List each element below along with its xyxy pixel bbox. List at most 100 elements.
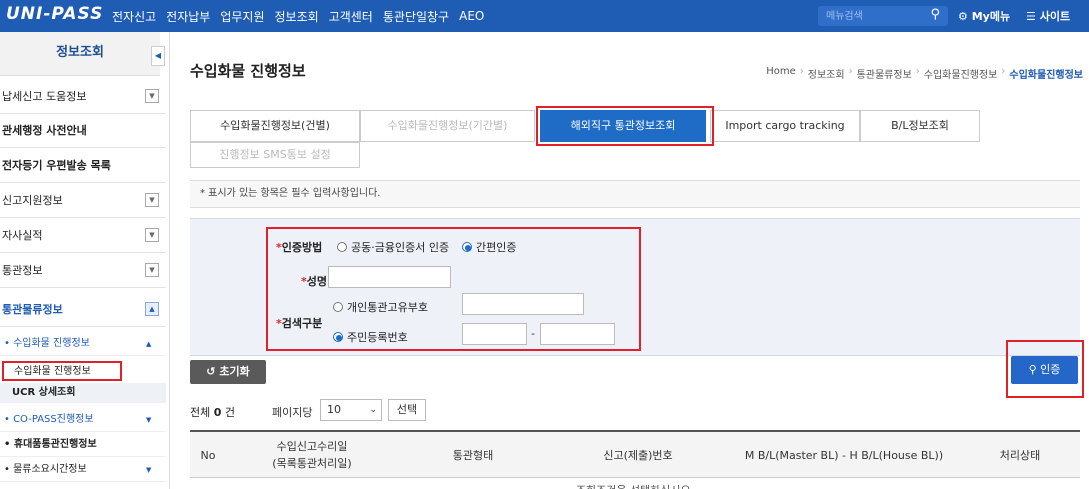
chevron-up-icon: ▲	[146, 340, 152, 348]
breadcrumb-item[interactable]: 정보조회	[808, 66, 845, 81]
auth-option-certificate[interactable]: 공동·금융인증서 인증	[337, 239, 449, 255]
radio-checked-icon[interactable]	[462, 242, 472, 252]
sidebar-sub-cargo[interactable]: • 수입화물 진행정보 ▲	[0, 332, 166, 356]
auth-option-simple[interactable]: 간편인증	[462, 239, 516, 255]
chevron-right-icon: ›	[915, 66, 920, 77]
breadcrumb-item[interactable]: 통관물류정보	[857, 66, 912, 81]
sidebar-item-clearance-info[interactable]: 통관정보 ▼	[0, 254, 166, 288]
perpage-select[interactable]: 10 ⌄	[320, 399, 382, 421]
total-suffix: 건	[224, 406, 236, 419]
search-option-resident-number[interactable]: 주민등록번호	[333, 329, 408, 345]
tab-import-cargo-tracking[interactable]: Import cargo tracking	[710, 110, 860, 142]
radio-icon[interactable]	[333, 302, 343, 312]
sidebar-item-label: 납세신고 도움정보	[2, 90, 87, 103]
perpage-value: 10	[327, 403, 341, 416]
tab-bl-info[interactable]: B/L정보조회	[860, 110, 980, 142]
search-icon[interactable]: ⚲	[930, 7, 940, 22]
nav-item[interactable]: 업무지원	[220, 8, 264, 25]
dash-separator: -	[531, 327, 535, 340]
sidebar-item-customs-notice[interactable]: 관세행정 사전안내	[0, 114, 166, 148]
column-header: No	[200, 448, 216, 462]
sidebar-leaf-ucr[interactable]: UCR 상세조회	[0, 383, 166, 403]
nav-item[interactable]: 통관단일창구	[383, 8, 449, 25]
column-header: 수입신고수리일 (목록통관처리일)	[272, 440, 352, 470]
sidebar-item-declaration-support[interactable]: 신고지원정보 ▼	[0, 184, 166, 218]
sidebar: 정보조회 ◀ 납세신고 도움정보 ▼ 관세행정 사전안내 전자등기 우편발송 목…	[0, 32, 170, 489]
logo[interactable]: UNI-PASS	[6, 4, 103, 24]
refresh-icon: ↺	[206, 365, 216, 378]
sidebar-item-logistics-info[interactable]: 통관물류정보 ▲	[0, 293, 166, 327]
tab-cargo-by-period[interactable]: 수입화물진행정보(기간별)	[360, 110, 535, 142]
sidebar-sub-label: CO-PASS진행정보	[13, 414, 94, 425]
tab-cargo-by-item[interactable]: 수입화물진행정보(건별)	[190, 110, 360, 142]
menu-search-input[interactable]	[826, 8, 916, 24]
highlight-frame	[536, 106, 714, 146]
total-count: 전체 0 건	[190, 404, 235, 420]
select-button[interactable]: 선택	[388, 399, 426, 421]
breadcrumb: Home › 정보조회 › 통관물류정보 › 수입화물진행정보 › 수입화물진행…	[766, 66, 1083, 81]
sidebar-sub-handcarry[interactable]: • 휴대품통관진행정보	[0, 433, 166, 457]
column-header: 신고(제출)번호	[603, 448, 673, 462]
name-input[interactable]	[328, 266, 451, 288]
column-header: 처리상태	[999, 448, 1041, 462]
auth-label: 인증	[1040, 363, 1061, 376]
radio-checked-icon[interactable]	[333, 332, 343, 342]
sidebar-sub-label: 수입화물 진행정보	[13, 338, 90, 349]
chevron-right-icon: ›	[1001, 66, 1006, 77]
nav-item[interactable]: 정보조회	[275, 8, 319, 25]
sidebar-leaf-cargo[interactable]: 수입화물 진행정보	[2, 361, 122, 381]
chevron-up-icon[interactable]: ▲	[145, 302, 159, 316]
chevron-down-icon: ▼	[146, 466, 152, 474]
sidebar-sub-copass[interactable]: • CO-PASS진행정보 ▼	[0, 408, 166, 432]
site-menu-label: 사이트	[1039, 10, 1071, 23]
auth-method-label: *인증방법	[276, 239, 322, 255]
chevron-down-icon: ⌄	[369, 405, 377, 415]
search-option-customs-code[interactable]: 개인통관고유부호	[333, 299, 428, 315]
nav-item[interactable]: 전자신고	[112, 8, 156, 25]
search-type-label: *검색구분	[276, 315, 322, 331]
chevron-down-icon[interactable]: ▼	[145, 263, 159, 277]
results-table: No 수입신고수리일 (목록통관처리일) 통관형태 신고(제출)번호 M B/L…	[190, 430, 1080, 489]
breadcrumb-item[interactable]: 수입화물진행정보	[924, 66, 998, 81]
top-bar: UNI-PASS 전자신고 전자납부 업무지원 정보조회 고객센터 통관단일창구…	[0, 0, 1089, 32]
resident-number-back-input[interactable]	[540, 323, 615, 345]
auth-method-label-text: 인증방법	[281, 241, 323, 254]
radio-label: 공동·금융인증서 인증	[351, 241, 450, 254]
radio-label: 주민등록번호	[347, 331, 408, 344]
customs-code-input[interactable]	[462, 293, 584, 315]
search-type-label-text: 검색구분	[281, 317, 323, 330]
reset-button[interactable]: ↺ 초기화	[190, 360, 266, 384]
sidebar-item-tax-help[interactable]: 납세신고 도움정보 ▼	[0, 80, 166, 114]
main-content: 수입화물 진행정보 Home › 정보조회 › 통관물류정보 › 수입화물진행정…	[170, 32, 1089, 489]
table-header: No 수입신고수리일 (목록통관처리일) 통관형태 신고(제출)번호 M B/L…	[190, 432, 1080, 478]
auth-button[interactable]: ⚲ 인증	[1011, 356, 1078, 384]
site-menu-button[interactable]: ☰ 사이트	[1026, 8, 1070, 24]
sidebar-item-label: 신고지원정보	[2, 194, 63, 207]
hamburger-icon: ☰	[1026, 10, 1036, 23]
sidebar-item-registered-mail[interactable]: 전자등기 우편발송 목록	[0, 149, 166, 183]
nav-item[interactable]: 전자납부	[166, 8, 210, 25]
sidebar-collapse-button[interactable]: ◀	[151, 46, 165, 66]
sidebar-sub-label: 휴대품통관진행정보	[13, 439, 97, 450]
sidebar-item-label: 자사실적	[2, 229, 43, 242]
resident-number-front-input[interactable]	[462, 323, 527, 345]
sidebar-sub-logistics-time[interactable]: • 물류소요시간정보 ▼	[0, 458, 166, 482]
chevron-down-icon[interactable]: ▼	[145, 89, 159, 103]
chevron-down-icon[interactable]: ▼	[145, 193, 159, 207]
empty-message: 조회조건을 선택하십시오.	[190, 480, 1080, 489]
column-header: M B/L(Master BL) - H B/L(House BL))	[744, 448, 944, 462]
mymenu-button[interactable]: ⚙ My메뉴	[958, 8, 1010, 24]
nav-item[interactable]: AEO	[459, 9, 484, 23]
chevron-down-icon[interactable]: ▼	[145, 228, 159, 242]
sidebar-item-company-record[interactable]: 자사실적 ▼	[0, 219, 166, 253]
chevron-down-icon: ▼	[146, 416, 152, 424]
sidebar-item-label: 통관정보	[2, 264, 43, 277]
breadcrumb-item[interactable]: Home	[766, 66, 796, 81]
radio-icon[interactable]	[337, 242, 347, 252]
chevron-right-icon: ›	[848, 66, 853, 77]
chevron-right-icon: ›	[799, 66, 804, 77]
sidebar-title: 정보조회	[0, 32, 160, 76]
nav-item[interactable]: 고객센터	[329, 8, 373, 25]
mymenu-label: My메뉴	[971, 10, 1011, 23]
tab-sms-setting[interactable]: 진행정보 SMS통보 설정	[190, 142, 360, 168]
